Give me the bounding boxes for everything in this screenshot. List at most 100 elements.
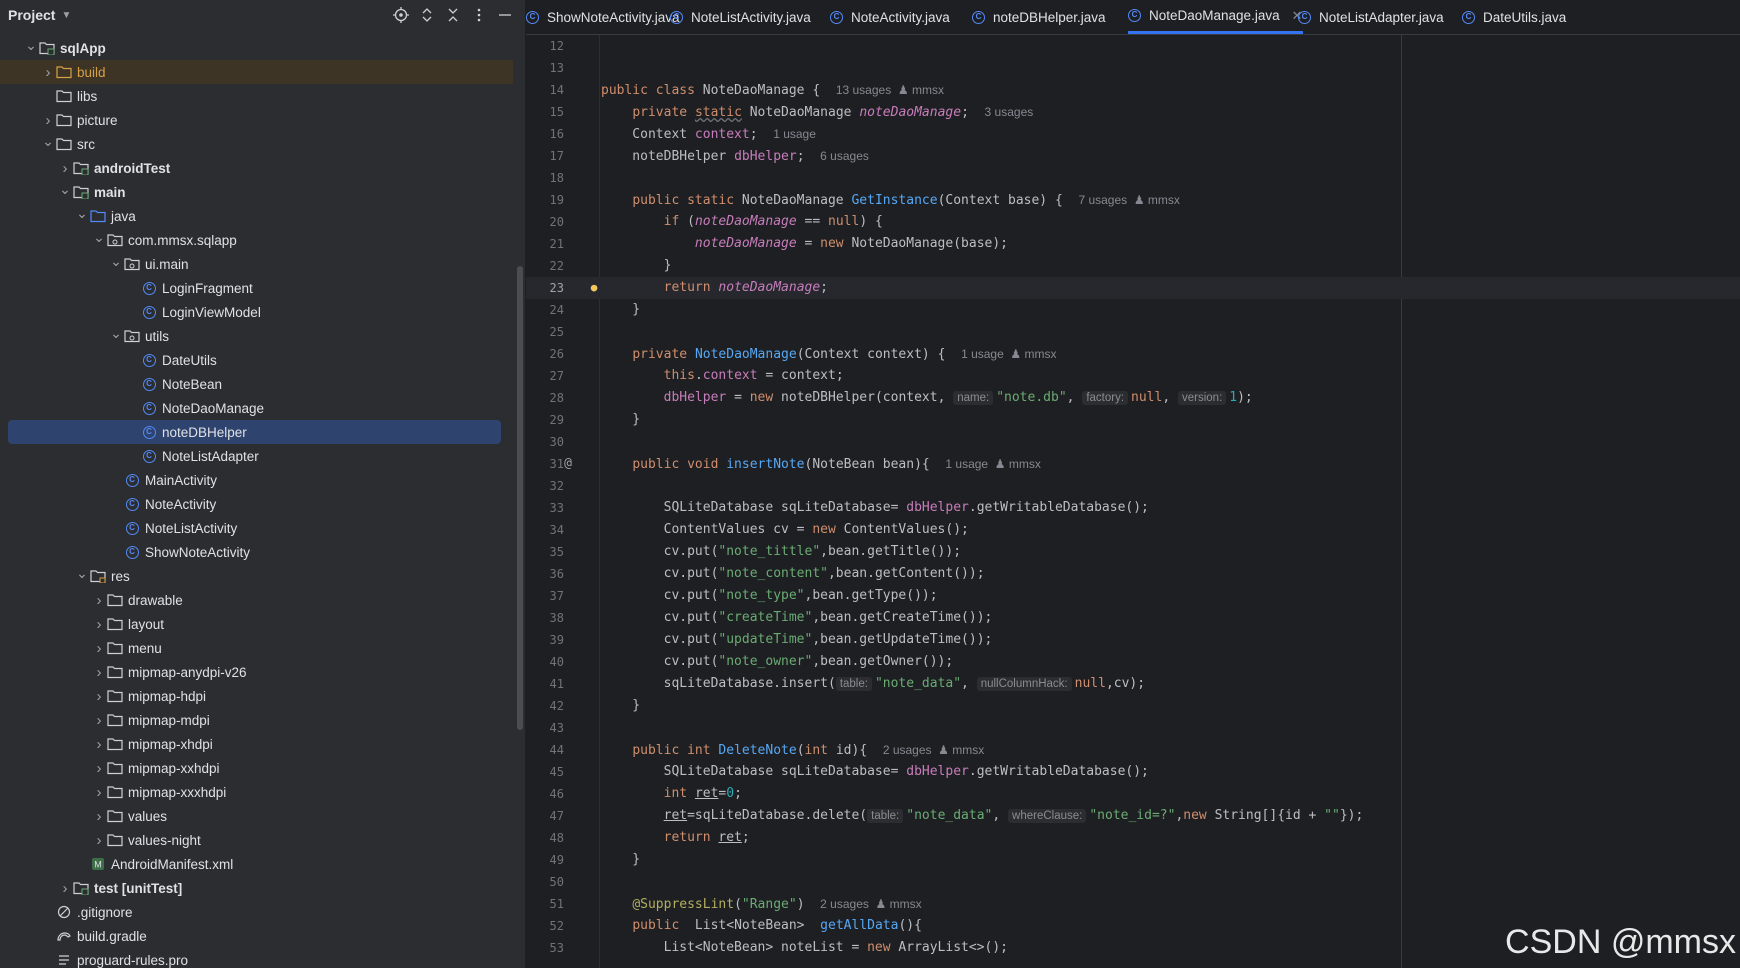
code-line[interactable]: 12 <box>526 35 1740 57</box>
code-line[interactable]: 35 cv.put("note_tittle",bean.getTitle())… <box>526 541 1740 563</box>
chevron-down-icon[interactable]: ▼ <box>61 10 71 21</box>
chevron-down-icon[interactable]: ⌄ <box>109 253 123 270</box>
chevron-right-icon[interactable]: › <box>58 160 72 177</box>
tree-item-notelistadapter[interactable]: C NoteListAdapter <box>0 444 513 468</box>
tree-item-ui-main[interactable]: ⌄ ui.main <box>0 252 513 276</box>
implements-icon[interactable]: @ <box>554 453 582 475</box>
tree-item-picture[interactable]: › picture <box>0 108 513 132</box>
code-line[interactable]: 49 } <box>526 849 1740 871</box>
tree-item-notedaomanage[interactable]: C NoteDaoManage <box>0 396 513 420</box>
tree-item-values[interactable]: › values <box>0 804 513 828</box>
chevron-down-icon[interactable]: ⌄ <box>109 325 123 342</box>
code-line[interactable]: 31 @ public void insertNote(NoteBean bean… <box>526 453 1740 475</box>
tree-item-build-gradle[interactable]: build.gradle <box>0 924 513 948</box>
code-line[interactable]: 39 cv.put("updateTime",bean.getUpdateTim… <box>526 629 1740 651</box>
code-line[interactable]: 37 cv.put("note_type",bean.getType()); <box>526 585 1740 607</box>
chevron-down-icon[interactable]: ⌄ <box>24 37 38 54</box>
tree-item-java[interactable]: ⌄ java <box>0 204 513 228</box>
code-line[interactable]: 43 <box>526 717 1740 739</box>
code-line[interactable]: 40 cv.put("note_owner",bean.getOwner()); <box>526 651 1740 673</box>
code-line[interactable]: 15 private static NoteDaoManage noteDaoM… <box>526 101 1740 123</box>
chevron-down-icon[interactable]: ⌄ <box>75 205 89 222</box>
code-line[interactable]: 46 int ret=0; <box>526 783 1740 805</box>
tree-item-mipmap-xhdpi[interactable]: › mipmap-xhdpi <box>0 732 513 756</box>
tree-item-notebean[interactable]: C NoteBean <box>0 372 513 396</box>
chevron-right-icon[interactable]: › <box>92 664 106 681</box>
tree-item-shownoteactivity[interactable]: C ShowNoteActivity <box>0 540 513 564</box>
chevron-right-icon[interactable]: › <box>41 112 55 129</box>
tree-item-androidtest[interactable]: › androidTest <box>0 156 513 180</box>
code-line[interactable]: 26 private NoteDaoManage(Context context… <box>526 343 1740 365</box>
tree-item-mipmap-xxhdpi[interactable]: › mipmap-xxhdpi <box>0 756 513 780</box>
chevron-down-icon[interactable]: ⌄ <box>58 181 72 198</box>
code-line[interactable]: 27 this.context = context; <box>526 365 1740 387</box>
tab-dateutils[interactable]: C DateUtils.java <box>1462 0 1566 34</box>
tree-item-notelistactivity[interactable]: C NoteListActivity <box>0 516 513 540</box>
minimize-icon[interactable] <box>497 7 513 23</box>
tree-item-loginviewmodel[interactable]: C LoginViewModel <box>0 300 513 324</box>
tab-notedbhelper[interactable]: CnoteDBHelper.java <box>972 0 1106 34</box>
chevron-right-icon[interactable]: › <box>92 592 106 609</box>
tree-item-main[interactable]: ⌄ main <box>0 180 513 204</box>
chevron-right-icon[interactable]: › <box>92 688 106 705</box>
tree-item-menu[interactable]: › menu <box>0 636 513 660</box>
tree-item-dateutils[interactable]: C DateUtils <box>0 348 513 372</box>
tree-item-mipmap-anydpi-v26[interactable]: › mipmap-anydpi-v26 <box>0 660 513 684</box>
code-line[interactable]: 44 public int DeleteNote(int id){ 2 usag… <box>526 739 1740 761</box>
tree-item-build[interactable]: › build <box>0 60 513 84</box>
tab-shownoteactivity[interactable]: C ShowNoteActivity.java <box>526 0 680 34</box>
code-line[interactable]: 16 Context context; 1 usage <box>526 123 1740 145</box>
tree-item-mipmap-hdpi[interactable]: › mipmap-hdpi <box>0 684 513 708</box>
chevron-right-icon[interactable]: › <box>92 640 106 657</box>
tree-item-src[interactable]: ⌄ src <box>0 132 513 156</box>
tree-item-loginfragment[interactable]: C LoginFragment <box>0 276 513 300</box>
chevron-right-icon[interactable]: › <box>92 616 106 633</box>
tab-noteactivity[interactable]: C NoteActivity.java <box>830 0 950 34</box>
tree-item-sqlapp[interactable]: ⌄ sqlApp <box>0 36 513 60</box>
code-line[interactable]: 29 } <box>526 409 1740 431</box>
tree-item-libs[interactable]: libs <box>0 84 513 108</box>
project-view-selector[interactable]: Project <box>8 7 55 23</box>
code-line[interactable]: 18 <box>526 167 1740 189</box>
code-line[interactable]: 23 ● return noteDaoManage; <box>526 277 1740 299</box>
expand-all-icon[interactable] <box>419 7 435 23</box>
chevron-down-icon[interactable]: ⌄ <box>92 229 106 246</box>
tree-item-androidmanifest-xml[interactable]: M AndroidManifest.xml <box>0 852 513 876</box>
code-line[interactable]: 14 public class NoteDaoManage { 13 usages… <box>526 79 1740 101</box>
tab-notelistactivity[interactable]: C NoteListActivity.java <box>670 0 811 34</box>
code-line[interactable]: 24 } <box>526 299 1740 321</box>
tree-item-drawable[interactable]: › drawable <box>0 588 513 612</box>
tree-item-utils[interactable]: ⌄ utils <box>0 324 513 348</box>
chevron-right-icon[interactable]: › <box>92 784 106 801</box>
chevron-right-icon[interactable]: › <box>92 736 106 753</box>
tree-item-com-mmsx-sqlapp[interactable]: ⌄ com.mmsx.sqlapp <box>0 228 513 252</box>
code-line[interactable]: 25 <box>526 321 1740 343</box>
chevron-right-icon[interactable]: › <box>58 880 72 897</box>
tab-notedaomanage[interactable]: C NoteDaoManage.java ✕ <box>1128 0 1303 34</box>
code-line[interactable]: 48 return ret; <box>526 827 1740 849</box>
code-line[interactable]: 21 noteDaoManage = new NoteDaoManage(bas… <box>526 233 1740 255</box>
code-line[interactable]: 13 <box>526 57 1740 79</box>
collapse-all-icon[interactable] <box>445 7 461 23</box>
tree-item-layout[interactable]: › layout <box>0 612 513 636</box>
tree-item-noteactivity[interactable]: C NoteActivity <box>0 492 513 516</box>
code-line[interactable]: 45 SQLiteDatabase sqLiteDatabase= dbHelp… <box>526 761 1740 783</box>
code-line[interactable]: 36 cv.put("note_content",bean.getContent… <box>526 563 1740 585</box>
chevron-right-icon[interactable]: › <box>92 760 106 777</box>
tree-item-test-unittest[interactable]: › test [unitTest] <box>0 876 513 900</box>
tree-item-res[interactable]: ⌄ res <box>0 564 513 588</box>
code-line[interactable]: 19 public static NoteDaoManage GetInstan… <box>526 189 1740 211</box>
locate-icon[interactable] <box>393 7 409 23</box>
tree-item-values-night[interactable]: › values-night <box>0 828 513 852</box>
code-line[interactable]: 32 <box>526 475 1740 497</box>
chevron-right-icon[interactable]: › <box>92 832 106 849</box>
code-line[interactable]: 50 <box>526 871 1740 893</box>
code-line[interactable]: 22 } <box>526 255 1740 277</box>
tree-item-mipmap-xxxhdpi[interactable]: › mipmap-xxxhdpi <box>0 780 513 804</box>
code-editor[interactable]: 12 13 14 public class NoteDaoManage { 13 us… <box>526 35 1740 968</box>
tab-notelistadapter[interactable]: C NoteListAdapter.java <box>1298 0 1444 34</box>
tree-item-mainactivity[interactable]: C MainActivity <box>0 468 513 492</box>
chevron-down-icon[interactable]: ⌄ <box>41 133 55 150</box>
tree-item-proguard-rules-pro[interactable]: proguard-rules.pro <box>0 948 513 968</box>
tree-item-gitignore[interactable]: .gitignore <box>0 900 513 924</box>
